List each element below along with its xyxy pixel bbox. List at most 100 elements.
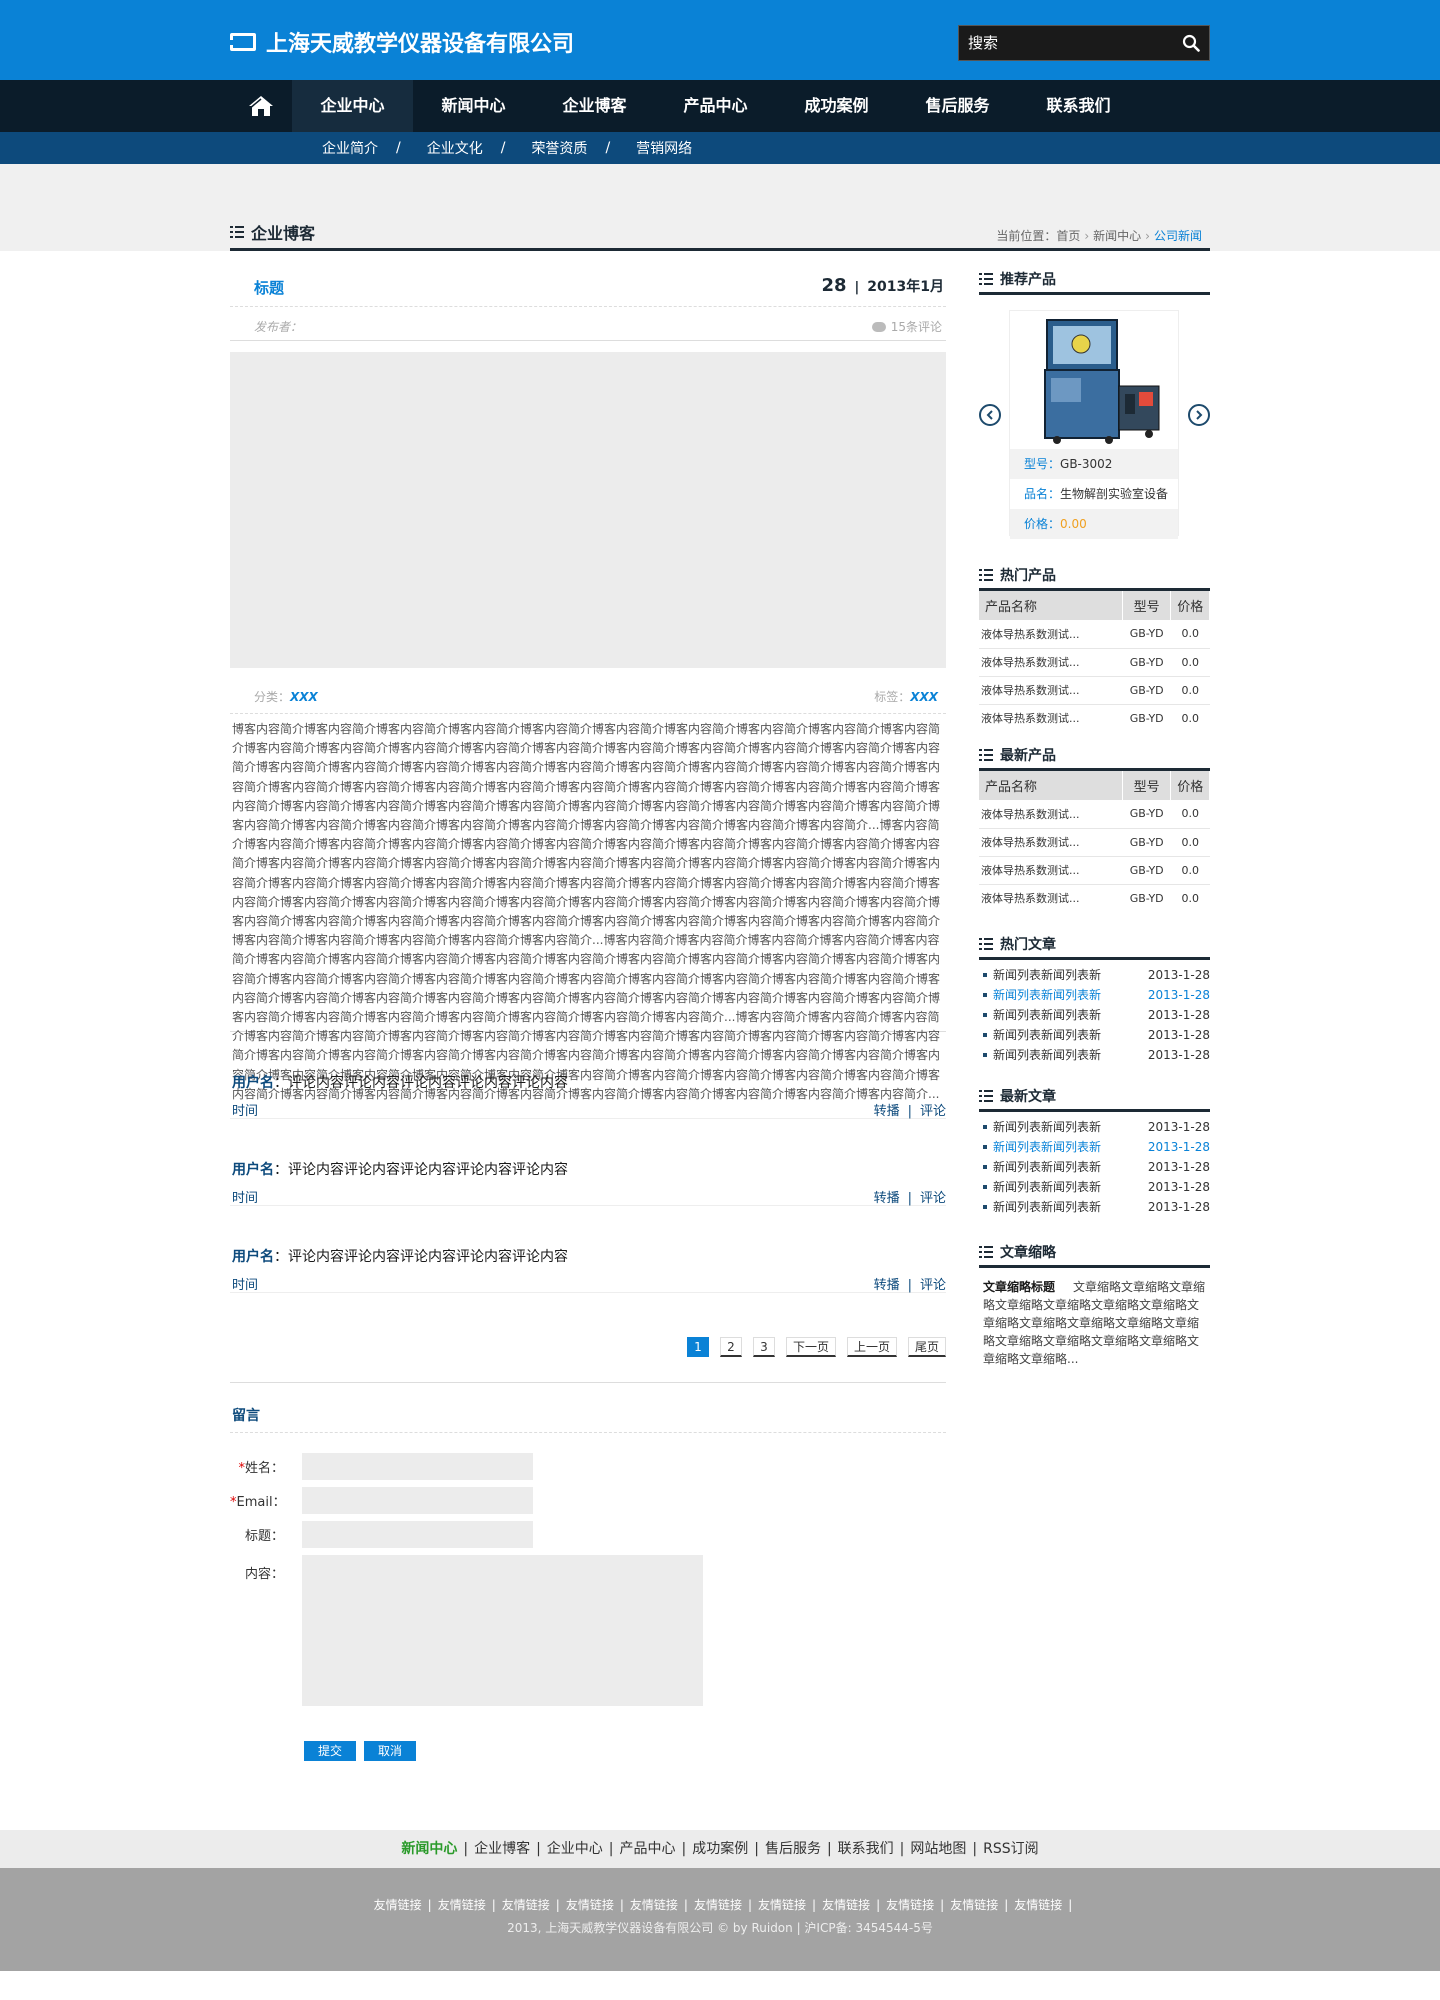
nav-item[interactable]: 联系我们 — [1018, 80, 1139, 132]
article-item[interactable]: 新闻列表新闻列表新 2013-1-28 — [979, 985, 1210, 1005]
page-button[interactable]: 3 — [752, 1337, 775, 1357]
table-cell: 0.0 — [1170, 620, 1210, 649]
table-row[interactable]: 液体导热系数测试... GB-YD 0.0 — [979, 828, 1210, 857]
page-prev-button[interactable]: 上一页 — [846, 1337, 897, 1357]
nav-item[interactable]: 产品中心 — [655, 80, 776, 132]
friend-link[interactable]: 友情链接 — [950, 1898, 998, 1912]
reply-link[interactable]: 评论 — [920, 1278, 946, 1293]
product-card[interactable]: 型号：GB-3002 品名：生物解剖实验室设备 价格：0.00 — [1009, 310, 1179, 539]
article-item[interactable]: 新闻列表新闻列表新 2013-1-28 — [979, 1005, 1210, 1025]
article-item[interactable]: 新闻列表新闻列表新 2013-1-28 — [979, 1177, 1210, 1197]
page-last-button[interactable]: 尾页 — [907, 1337, 946, 1357]
article-item[interactable]: 新闻列表新闻列表新 2013-1-28 — [979, 1045, 1210, 1065]
friend-link[interactable]: 友情链接 — [694, 1898, 742, 1912]
subnav-item[interactable]: 荣誉资质 — [531, 138, 587, 158]
footer-link[interactable]: 售后服务 — [765, 1841, 821, 1857]
page-header-band: 企业博客 当前位置：首页 › 新闻中心 › 公司新闻 — [0, 164, 1440, 251]
article-item[interactable]: 新闻列表新闻列表新 2013-1-28 — [979, 1157, 1210, 1177]
article-item[interactable]: 新闻列表新闻列表新 2013-1-28 — [979, 1117, 1210, 1137]
nav-item[interactable]: 企业中心 — [292, 80, 413, 132]
subnav-item[interactable]: 营销网络 — [636, 138, 692, 158]
breadcrumb-news[interactable]: 新闻中心 — [1093, 229, 1141, 243]
hot-articles-list: 新闻列表新闻列表新 2013-1-28 新闻列表新闻列表新 2013-1-28 新闻列表… — [979, 960, 1210, 1065]
comment-user[interactable]: 用户名 — [232, 1162, 274, 1178]
friend-link[interactable]: 友情链接 — [1014, 1898, 1062, 1912]
table-row[interactable]: 液体导热系数测试... GB-YD 0.0 — [979, 800, 1210, 829]
table-row[interactable]: 液体导热系数测试... GB-YD 0.0 — [979, 856, 1210, 885]
new-articles-list: 新闻列表新闻列表新 2013-1-28 新闻列表新闻列表新 2013-1-28 新闻列表… — [979, 1112, 1210, 1217]
carousel-prev-button[interactable] — [979, 404, 1001, 426]
friend-link[interactable]: 友情链接 — [374, 1898, 422, 1912]
nav-item[interactable]: 新闻中心 — [413, 80, 534, 132]
page-button[interactable]: 2 — [719, 1337, 742, 1357]
breadcrumb-current[interactable]: 公司新闻 — [1154, 229, 1202, 243]
subnav-separator: / — [396, 140, 401, 156]
abstract-text[interactable]: 文章缩略标题 文章缩略文章缩略文章缩略文章缩略文章缩略文章缩略文章缩略文章缩略文章… — [979, 1268, 1210, 1368]
cancel-button[interactable]: 取消 — [364, 1741, 417, 1761]
footer-link[interactable]: 产品中心 — [620, 1841, 676, 1857]
hot-articles: 热门文章 新闻列表新闻列表新 2013-1-28 新闻列表新闻列表新 2013-1-2… — [979, 936, 1210, 1065]
repost-link[interactable]: 转播 — [874, 1104, 900, 1119]
friend-link[interactable]: 友情链接 — [822, 1898, 870, 1912]
breadcrumb-home[interactable]: 首页 — [1056, 229, 1080, 243]
submit-button[interactable]: 提交 — [304, 1741, 357, 1761]
article-item[interactable]: 新闻列表新闻列表新 2013-1-28 — [979, 1025, 1210, 1045]
nav-item[interactable]: 售后服务 — [897, 80, 1018, 132]
nav-home[interactable] — [230, 80, 292, 132]
nav-item[interactable]: 成功案例 — [776, 80, 897, 132]
post-tag[interactable]: XXX — [910, 690, 938, 704]
footer-link[interactable]: 企业中心 — [547, 1841, 603, 1857]
repost-link[interactable]: 转播 — [874, 1278, 900, 1293]
table-row[interactable]: 液体导热系数测试... GB-YD 0.0 — [979, 620, 1210, 649]
reply-link[interactable]: 评论 — [920, 1104, 946, 1119]
footer-link[interactable]: RSS订阅 — [983, 1841, 1039, 1857]
footer-link[interactable]: 新闻中心 — [401, 1841, 457, 1857]
post-tags: 分类：XXX 标签：XXX — [230, 668, 946, 714]
comment-count[interactable]: 15条评论 — [871, 318, 942, 335]
friend-link[interactable]: 友情链接 — [758, 1898, 806, 1912]
repost-link[interactable]: 转播 — [874, 1191, 900, 1206]
subnav-item[interactable]: 企业简介 — [322, 138, 378, 158]
friend-link[interactable]: 友情链接 — [438, 1898, 486, 1912]
footer-link[interactable]: 成功案例 — [692, 1841, 748, 1857]
table-row[interactable]: 液体导热系数测试... GB-YD 0.0 — [979, 884, 1210, 912]
table-cell: 0.0 — [1181, 891, 1199, 905]
comment-user[interactable]: 用户名 — [232, 1249, 274, 1265]
friend-link[interactable]: 友情链接 — [886, 1898, 934, 1912]
table-cell: GB-YD — [1129, 711, 1164, 725]
footer-link[interactable]: 企业博客 — [474, 1841, 530, 1857]
article-date: 2013-1-28 — [1147, 1120, 1210, 1134]
subnav-item[interactable]: 企业文化 — [427, 138, 483, 158]
email-field[interactable] — [302, 1487, 533, 1514]
footer-link[interactable]: 联系我们 — [838, 1841, 894, 1857]
post-category[interactable]: XXX — [290, 690, 318, 704]
table-row[interactable]: 液体导热系数测试... GB-YD 0.0 — [979, 704, 1210, 732]
carousel-next-button[interactable] — [1188, 404, 1210, 426]
article-item[interactable]: 新闻列表新闻列表新 2013-1-28 — [979, 965, 1210, 985]
page-next-button[interactable]: 下一页 — [785, 1337, 836, 1357]
footer-link[interactable]: 网站地图 — [910, 1841, 966, 1857]
post-header: 标题 28 | 2013年1月 — [230, 251, 946, 307]
logo-icon — [230, 33, 256, 51]
table-cell: 0.0 — [1170, 828, 1210, 857]
subject-field[interactable] — [302, 1521, 533, 1548]
article-item[interactable]: 新闻列表新闻列表新 2013-1-28 — [979, 1137, 1210, 1157]
post-title[interactable]: 标题 — [254, 277, 284, 298]
content-field[interactable] — [302, 1555, 703, 1706]
table-row[interactable]: 液体导热系数测试... GB-YD 0.0 — [979, 648, 1210, 677]
search-button[interactable] — [1173, 26, 1209, 60]
reply-link[interactable]: 评论 — [920, 1191, 946, 1206]
page-button[interactable]: 1 — [686, 1337, 709, 1357]
friend-link[interactable]: 友情链接 — [630, 1898, 678, 1912]
subnav-separator: / — [605, 140, 611, 156]
article-item[interactable]: 新闻列表新闻列表新 2013-1-28 — [979, 1197, 1210, 1217]
nav-item[interactable]: 企业博客 — [534, 80, 655, 132]
name-field[interactable] — [302, 1453, 533, 1480]
comment-user[interactable]: 用户名 — [232, 1075, 274, 1091]
company-logo[interactable]: 上海天威教学仪器设备有限公司 — [230, 26, 574, 58]
table-row[interactable]: 液体导热系数测试... GB-YD 0.0 — [979, 676, 1210, 705]
friend-link[interactable]: 友情链接 — [566, 1898, 614, 1912]
search-input[interactable] — [959, 34, 1173, 52]
table-header: 产品名称 — [979, 591, 1123, 620]
friend-link[interactable]: 友情链接 — [502, 1898, 550, 1912]
